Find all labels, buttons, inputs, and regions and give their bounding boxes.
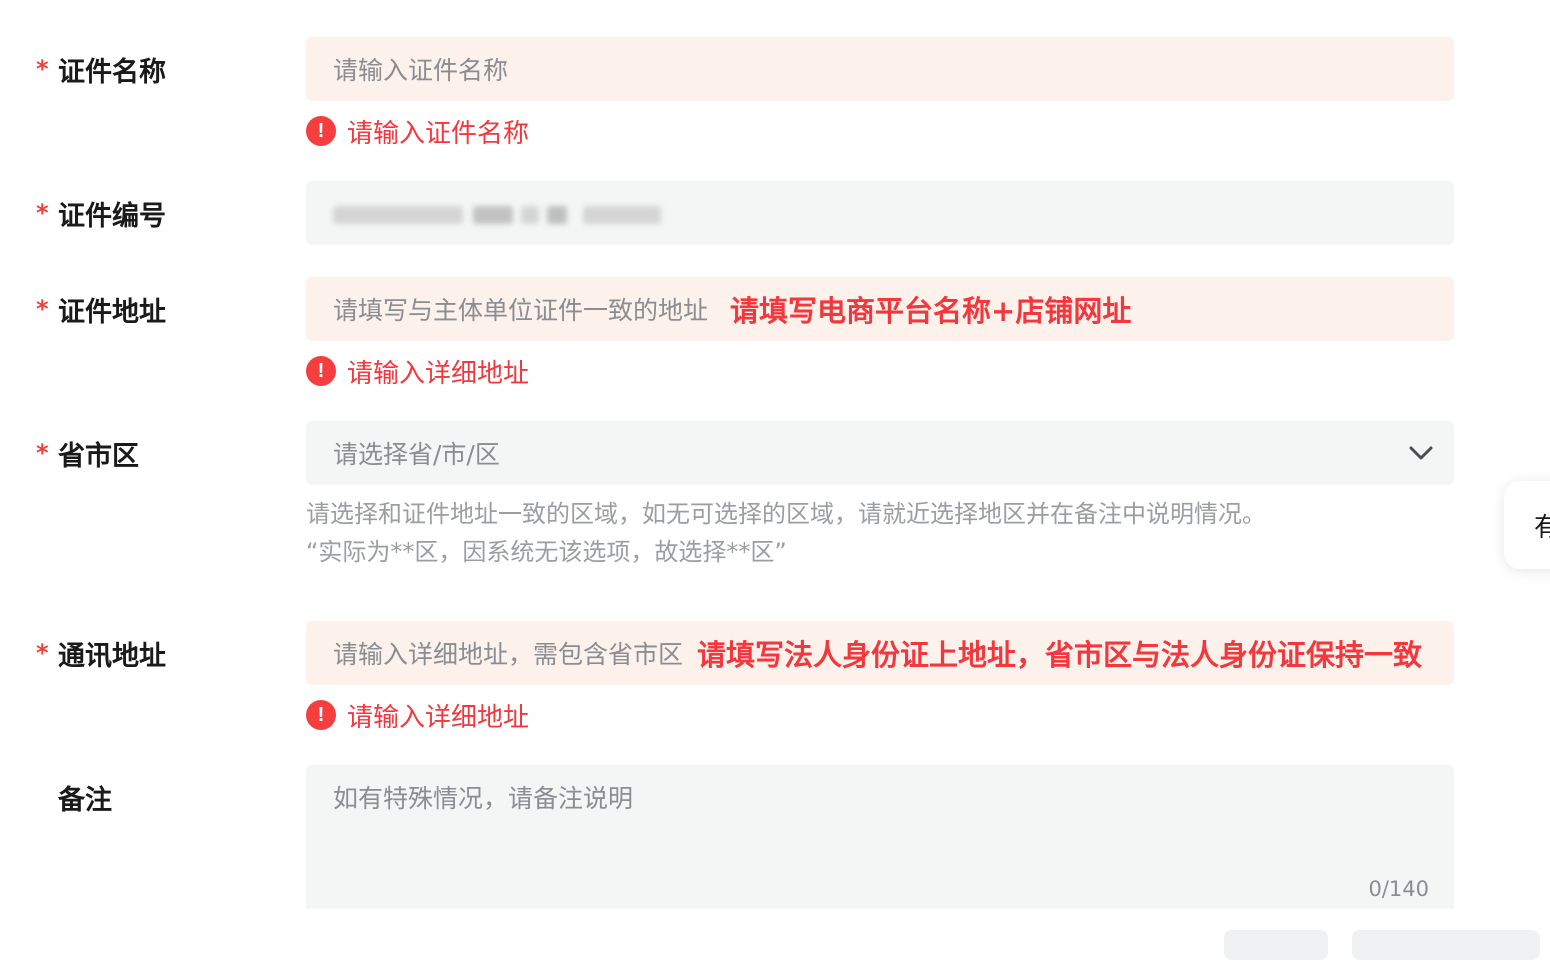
contact-address-error-text: 请输入详细地址 bbox=[347, 702, 530, 733]
required-mark: * bbox=[36, 639, 49, 667]
region-placeholder: 请选择省/市/区 bbox=[333, 440, 500, 469]
cert-name-input[interactable]: 请输入证件名称 bbox=[306, 37, 1454, 101]
region-select[interactable]: 请选择省/市/区 bbox=[306, 421, 1454, 485]
cert-name-error: ! 请输入证件名称 bbox=[306, 113, 529, 149]
certificate-form: * 证件名称 请输入证件名称 ! 请输入证件名称 * 证件编号 * 证件地址 请… bbox=[0, 0, 1550, 948]
required-mark: * bbox=[36, 439, 49, 467]
cert-number-input[interactable] bbox=[306, 181, 1454, 245]
remark-placeholder: 如有特殊情况，请备注说明 bbox=[333, 784, 634, 813]
remark-label: 备注 bbox=[58, 784, 112, 816]
contact-address-input[interactable]: 请输入详细地址，需包含省市区 请填写法人身份证上地址，省市区与法人身份证保持一致 bbox=[306, 621, 1454, 685]
side-card-text: 有 bbox=[1534, 512, 1550, 543]
cert-name-error-text: 请输入证件名称 bbox=[347, 118, 530, 149]
cert-address-annotation: 请填写电商平台名称+店铺网址 bbox=[730, 294, 1132, 328]
floating-side-card[interactable]: 有 bbox=[1504, 481, 1550, 569]
required-mark: * bbox=[36, 199, 49, 227]
required-mark: * bbox=[36, 55, 49, 83]
field-label: * 证件编号 bbox=[36, 181, 166, 245]
cert-name-label: 证件名称 bbox=[58, 56, 166, 88]
contact-address-annotation: 请填写法人身份证上地址，省市区与法人身份证保持一致 bbox=[697, 638, 1423, 672]
region-hint-line2: “实际为**区，因系统无该选项，故选择**区” bbox=[306, 538, 787, 566]
error-circle-icon: ! bbox=[306, 356, 336, 386]
field-label: * 证件名称 bbox=[36, 37, 166, 101]
footer-button[interactable] bbox=[1352, 930, 1540, 960]
error-circle-icon: ! bbox=[306, 700, 336, 730]
chevron-down-icon[interactable] bbox=[1406, 438, 1436, 468]
cert-address-error-text: 请输入详细地址 bbox=[347, 358, 530, 389]
field-label: * 证件地址 bbox=[36, 277, 166, 341]
region-hint-line1: 请选择和证件地址一致的区域，如无可选择的区域，请就近选择地区并在备注中说明情况。 bbox=[306, 500, 1266, 528]
contact-address-error: ! 请输入详细地址 bbox=[306, 697, 529, 733]
error-circle-icon: ! bbox=[306, 116, 336, 146]
cert-address-error: ! 请输入详细地址 bbox=[306, 353, 529, 389]
footer-button[interactable] bbox=[1224, 930, 1328, 960]
field-label: * 省市区 bbox=[36, 421, 139, 485]
contact-address-placeholder: 请输入详细地址，需包含省市区 bbox=[333, 640, 684, 669]
region-hint: 请选择和证件地址一致的区域，如无可选择的区域，请就近选择地区并在备注中说明情况。… bbox=[306, 495, 1454, 571]
cert-address-label: 证件地址 bbox=[58, 296, 166, 328]
required-mark: * bbox=[36, 295, 49, 323]
region-label: 省市区 bbox=[58, 440, 139, 472]
field-label: 备注 bbox=[36, 765, 112, 829]
cert-address-placeholder: 请填写与主体单位证件一致的地址 bbox=[333, 296, 709, 325]
cert-address-input[interactable]: 请填写与主体单位证件一致的地址 请填写电商平台名称+店铺网址 bbox=[306, 277, 1454, 341]
blurred-value bbox=[333, 198, 693, 228]
field-label: * 通讯地址 bbox=[36, 621, 166, 685]
contact-address-label: 通讯地址 bbox=[58, 640, 166, 672]
cert-name-placeholder: 请输入证件名称 bbox=[333, 56, 509, 85]
char-counter: 0/140 bbox=[1368, 877, 1429, 901]
cert-number-label: 证件编号 bbox=[58, 200, 166, 232]
remark-textarea[interactable]: 如有特殊情况，请备注说明 0/140 bbox=[306, 765, 1454, 909]
